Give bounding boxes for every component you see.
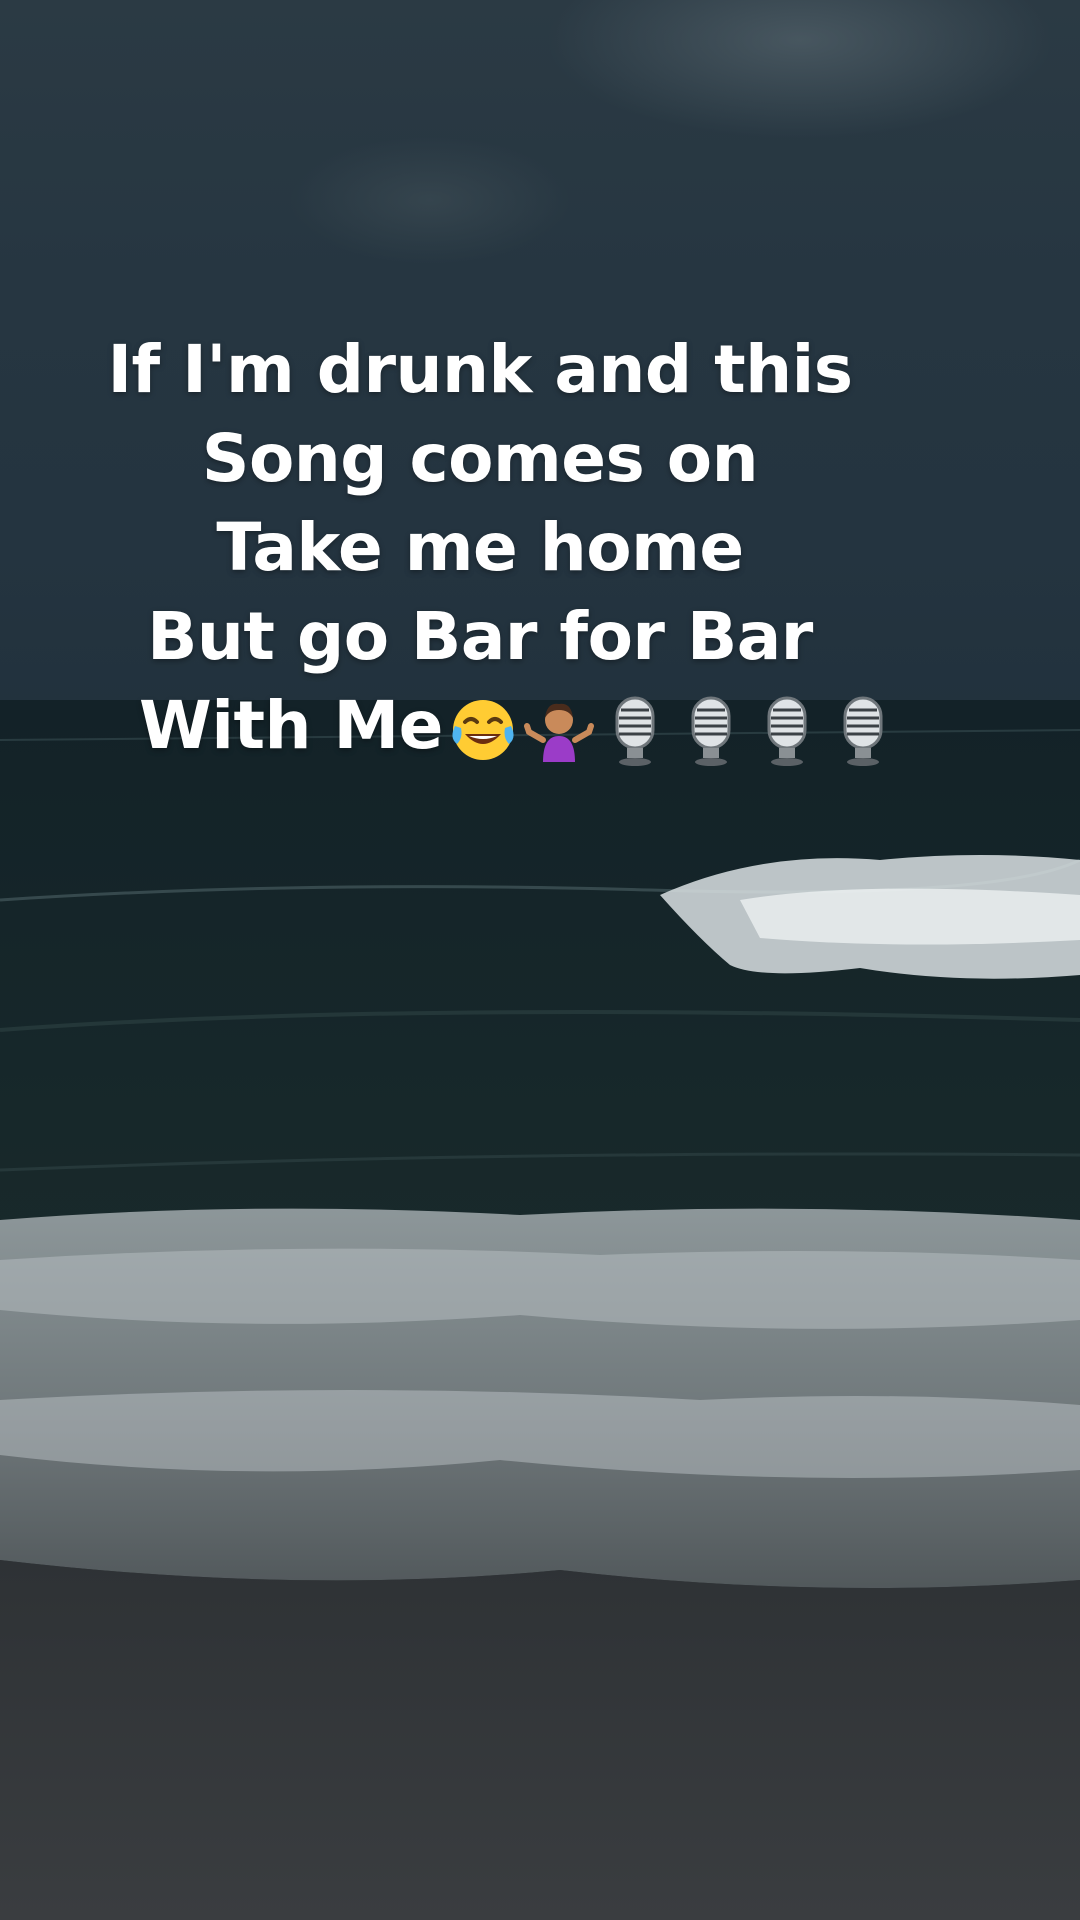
caption-line-5: With Me xyxy=(80,681,960,770)
caption-line-5-text: With Me xyxy=(139,687,443,764)
caption-emojis xyxy=(445,692,901,768)
caption-line-3: Take me home xyxy=(216,509,744,586)
photo-background: If I'm drunk and this Song comes on Take… xyxy=(0,0,1080,1920)
caption-line-1: If I'm drunk and this xyxy=(107,331,853,408)
caption-line-2: Song comes on xyxy=(201,420,759,497)
sea xyxy=(0,700,1080,1920)
shrugging-woman-emoji xyxy=(523,692,595,768)
microphone-emoji xyxy=(751,692,823,768)
caption-text: If I'm drunk and this Song comes on Take… xyxy=(0,325,960,770)
microphone-emoji xyxy=(675,692,747,768)
caption-line-4: But go Bar for Bar xyxy=(147,598,813,675)
microphone-emoji xyxy=(599,692,671,768)
tears-of-joy-emoji xyxy=(447,692,519,768)
microphone-emoji xyxy=(827,692,899,768)
